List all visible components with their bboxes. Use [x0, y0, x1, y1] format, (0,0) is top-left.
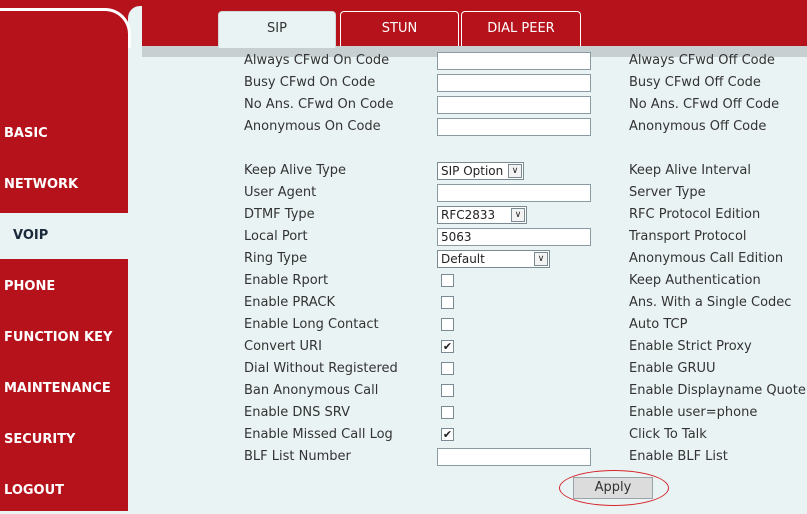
checkmark-icon: ✔: [442, 428, 453, 441]
nav-item-network[interactable]: NETWORK: [0, 162, 128, 208]
label-enable-displayname-quote: Enable Displayname Quote: [629, 383, 806, 398]
label-local-port: Local Port: [244, 229, 308, 244]
label-anonymous-call-edition: Anonymous Call Edition: [629, 251, 784, 266]
label-no-ans-cfwd-on-code: No Ans. CFwd On Code: [244, 97, 394, 112]
label-enable-user-phone: Enable user=phone: [629, 405, 758, 420]
label-ans-with-a-single-codec: Ans. With a Single Codec: [629, 295, 792, 310]
ring-type-select-value: Default: [441, 252, 485, 266]
keep-alive-type-select[interactable]: SIP Option ∨: [437, 162, 524, 180]
label-dial-without-registered: Dial Without Registered: [244, 361, 398, 376]
nav-item-function-key[interactable]: FUNCTION KEY: [0, 315, 128, 361]
label-busy-cfwd-on-code: Busy CFwd On Code: [244, 75, 376, 90]
enable-missed-call-log-checkbox[interactable]: ✔: [441, 428, 454, 441]
label-ban-anonymous-call: Ban Anonymous Call: [244, 383, 379, 398]
keep-alive-type-select-value: SIP Option: [441, 164, 504, 178]
user-agent-input[interactable]: [437, 184, 591, 202]
label-enable-gruu: Enable GRUU: [629, 361, 716, 376]
tab-stun[interactable]: STUN: [340, 11, 459, 46]
nav-item-logout[interactable]: LOGOUT: [0, 468, 128, 514]
label-click-to-talk: Click To Talk: [629, 427, 707, 442]
label-anonymous-off-code: Anonymous Off Code: [629, 119, 767, 134]
apply-button[interactable]: Apply: [573, 477, 653, 499]
label-enable-strict-proxy: Enable Strict Proxy: [629, 339, 752, 354]
enable-long-contact-checkbox[interactable]: [441, 318, 454, 331]
label-keep-authentication: Keep Authentication: [629, 273, 761, 288]
label-keep-alive-interval: Keep Alive Interval: [629, 163, 751, 178]
nav-item-voip[interactable]: VOIP: [0, 213, 128, 259]
chevron-down-icon[interactable]: ∨: [508, 164, 522, 178]
label-server-type: Server Type: [629, 185, 706, 200]
label-auto-tcp: Auto TCP: [629, 317, 688, 332]
label-always-cfwd-on-code: Always CFwd On Code: [244, 53, 390, 68]
label-no-ans-cfwd-off-code: No Ans. CFwd Off Code: [629, 97, 780, 112]
label-enable-missed-call-log: Enable Missed Call Log: [244, 427, 393, 442]
ban-anonymous-call-checkbox[interactable]: [441, 384, 454, 397]
chevron-down-icon[interactable]: ∨: [534, 252, 548, 266]
tab-dial-peer[interactable]: DIAL PEER: [461, 11, 581, 46]
dtmf-type-select-value: RFC2833: [441, 208, 496, 222]
label-keep-alive-type: Keep Alive Type: [244, 163, 347, 178]
nav-item-basic[interactable]: BASIC: [0, 111, 128, 157]
label-always-cfwd-off-code: Always CFwd Off Code: [629, 53, 775, 68]
label-rfc-protocol-edition: RFC Protocol Edition: [629, 207, 761, 222]
label-blf-list-number: BLF List Number: [244, 449, 351, 464]
enable-dns-srv-checkbox[interactable]: [441, 406, 454, 419]
sidebar-top-outline: [0, 8, 131, 48]
busy-cfwd-on-code-input[interactable]: [437, 74, 591, 92]
label-enable-long-contact: Enable Long Contact: [244, 317, 379, 332]
dtmf-type-select[interactable]: RFC2833 ∨: [437, 206, 527, 224]
label-transport-protocol: Transport Protocol: [629, 229, 747, 244]
anonymous-on-code-input[interactable]: [437, 118, 591, 136]
enable-rport-checkbox[interactable]: [441, 274, 454, 287]
label-ring-type: Ring Type: [244, 251, 308, 266]
always-cfwd-on-code-input[interactable]: [437, 52, 591, 70]
no-ans-cfwd-on-code-input[interactable]: [437, 96, 591, 114]
convert-uri-checkbox[interactable]: ✔: [441, 340, 454, 353]
label-convert-uri: Convert URI: [244, 339, 322, 354]
label-enable-prack: Enable PRACK: [244, 295, 336, 310]
label-dtmf-type: DTMF Type: [244, 207, 315, 222]
ring-type-select[interactable]: Default ∨: [437, 250, 550, 268]
enable-prack-checkbox[interactable]: [441, 296, 454, 309]
local-port-input[interactable]: 5063: [437, 228, 591, 246]
nav-item-maintenance[interactable]: MAINTENANCE: [0, 366, 128, 412]
label-busy-cfwd-off-code: Busy CFwd Off Code: [629, 75, 761, 90]
label-user-agent: User Agent: [244, 185, 317, 200]
dial-without-registered-checkbox[interactable]: [441, 362, 454, 375]
checkmark-icon: ✔: [442, 340, 453, 353]
label-enable-rport: Enable Rport: [244, 273, 329, 288]
nav-item-phone[interactable]: PHONE: [0, 264, 128, 310]
label-enable-blf-list: Enable BLF List: [629, 449, 728, 464]
blf-list-number-input[interactable]: [437, 448, 591, 466]
label-anonymous-on-code: Anonymous On Code: [244, 119, 381, 134]
label-enable-dns-srv: Enable DNS SRV: [244, 405, 350, 420]
tab-sip[interactable]: SIP: [218, 11, 336, 48]
nav-item-security[interactable]: SECURITY: [0, 417, 128, 463]
chevron-down-icon[interactable]: ∨: [511, 208, 525, 222]
